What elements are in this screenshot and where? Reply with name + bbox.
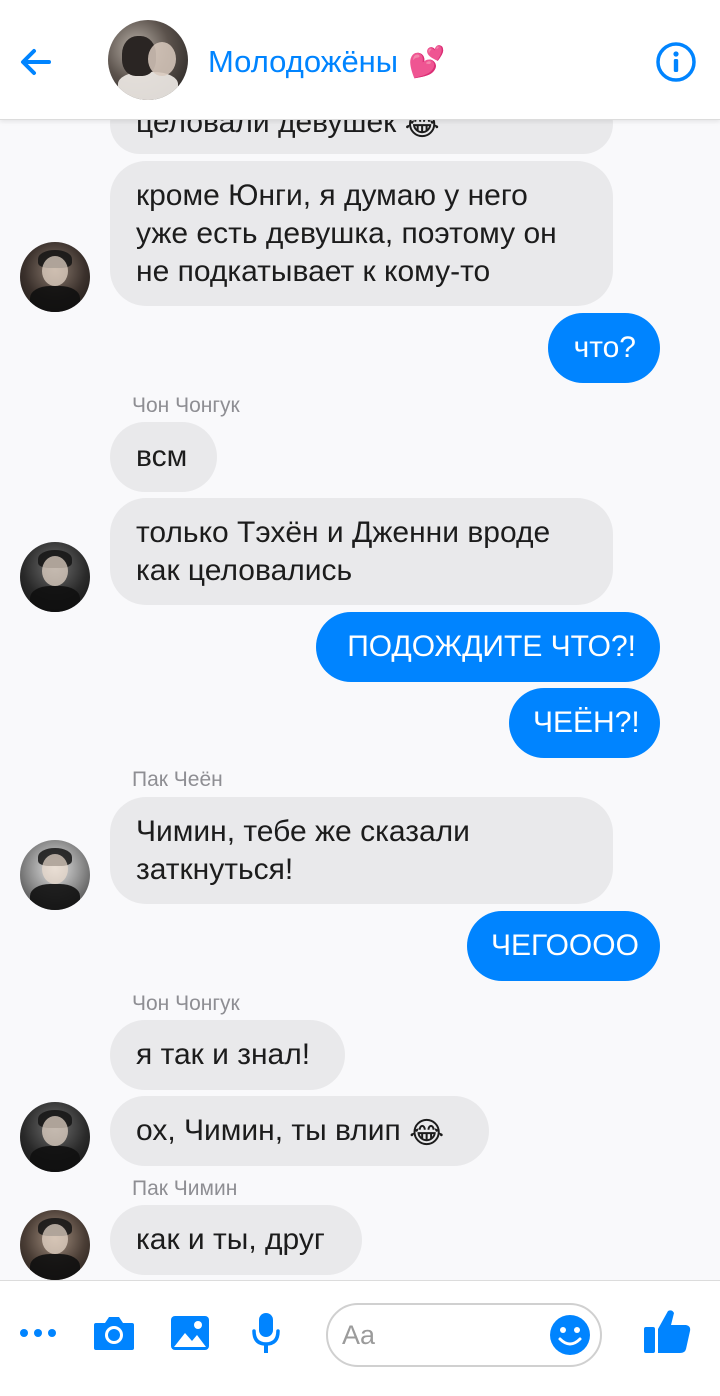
more-button[interactable] [12, 1307, 64, 1359]
message-text: Чимин, тебе же сказали заткнуться! [136, 815, 470, 886]
message-bubble-incoming[interactable]: всм [110, 422, 217, 492]
more-dots-icon [20, 1329, 56, 1337]
chat-title-text: Молодожёны [208, 44, 399, 79]
avatar[interactable] [20, 542, 90, 612]
composer-bar [0, 1280, 720, 1396]
message-text: ох, Чимин, ты влип [136, 1114, 401, 1147]
sender-name: Пак Чеён [132, 768, 223, 791]
message-input-box[interactable] [326, 1303, 602, 1367]
message-text: ЧЕЁН?! [533, 706, 640, 739]
image-icon [171, 1316, 209, 1350]
message-text: как и ты, друг [136, 1223, 325, 1256]
sender-name: Пак Чимин [132, 1177, 238, 1200]
avatar[interactable] [20, 1210, 90, 1280]
message-text: ЧЕГОООО [491, 929, 639, 962]
emoji-button[interactable] [548, 1313, 592, 1357]
group-avatar[interactable] [108, 20, 188, 100]
smiley-icon [550, 1315, 590, 1355]
thumbs-up-icon [644, 1310, 691, 1353]
message-text: я так и знал! [136, 1038, 311, 1071]
message-bubble-outgoing[interactable]: ЧЕГОООО [467, 911, 660, 981]
message-bubble-outgoing[interactable]: ПОДОЖДИТЕ ЧТО?! [316, 612, 660, 682]
message-bubble-incoming[interactable]: Чимин, тебе же сказали заткнуться! [110, 797, 613, 904]
avatar[interactable] [20, 1102, 90, 1172]
message-bubble-incoming[interactable]: кроме Юнги, я думаю у него уже есть деву… [110, 161, 613, 306]
message-text: только Тэхён и Дженни вроде как целовали… [136, 516, 551, 587]
avatar[interactable] [20, 840, 90, 910]
message-input[interactable] [342, 1315, 542, 1355]
message-bubble-incoming[interactable]: как и ты, друг [110, 1205, 362, 1275]
message-text: всм [136, 440, 188, 473]
chat-header: Молодожёны 💕 [0, 0, 720, 120]
message-bubble-outgoing[interactable]: ЧЕЁН?! [509, 688, 660, 758]
voice-button[interactable] [240, 1307, 292, 1359]
two-hearts-emoji: 💕 [408, 45, 446, 79]
camera-icon [94, 1317, 134, 1350]
avatar[interactable] [20, 242, 90, 312]
sender-name: Чон Чонгук [132, 992, 240, 1015]
message-text: ПОДОЖДИТЕ ЧТО?! [347, 630, 636, 663]
message-text: что? [573, 331, 636, 364]
chat-title[interactable]: Молодожёны 💕 [208, 40, 445, 84]
message-list[interactable]: целовали девушек 😂 кроме Юнги, я думаю у… [0, 0, 720, 1280]
like-button[interactable] [640, 1305, 694, 1359]
back-arrow-icon [21, 49, 51, 75]
camera-button[interactable] [88, 1307, 140, 1359]
info-icon [656, 42, 696, 82]
message-text: кроме Юнги, я думаю у него уже есть деву… [136, 179, 557, 288]
gallery-button[interactable] [164, 1307, 216, 1359]
info-button[interactable] [654, 40, 698, 84]
back-button[interactable] [14, 40, 58, 84]
message-bubble-incoming[interactable]: ох, Чимин, ты влип 😂 [110, 1096, 489, 1166]
message-bubble-incoming[interactable]: только Тэхён и Дженни вроде как целовали… [110, 498, 613, 605]
message-bubble-incoming[interactable]: я так и знал! [110, 1020, 345, 1090]
laughing-emoji: 😂 [409, 1117, 445, 1150]
microphone-icon [252, 1313, 280, 1353]
sender-name: Чон Чонгук [132, 394, 240, 417]
message-bubble-outgoing[interactable]: что? [548, 313, 660, 383]
